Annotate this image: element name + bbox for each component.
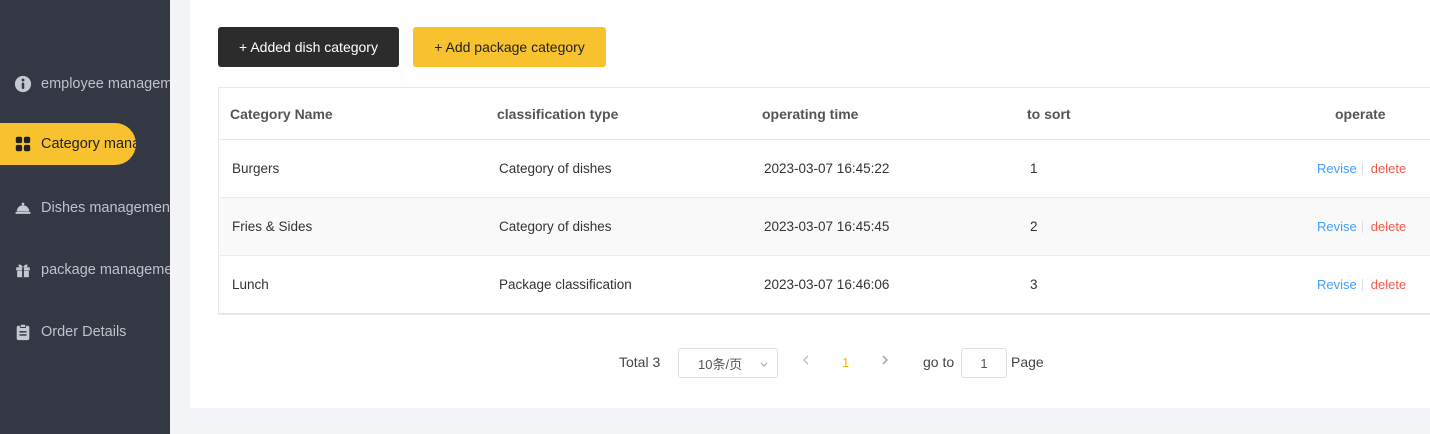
sort-cell: 1 xyxy=(1030,161,1038,176)
sidebar-item-label: Dishes management xyxy=(41,200,170,216)
goto-page-input[interactable]: 1 xyxy=(961,348,1007,378)
delete-button[interactable]: delete xyxy=(1371,219,1406,234)
category-panel: + Added dish category + Add package cate… xyxy=(190,0,1430,408)
action-divider xyxy=(1361,278,1363,291)
column-header-operate: operate xyxy=(1335,105,1386,122)
sort-cell: 2 xyxy=(1030,219,1038,234)
sidebar-item-package-management[interactable]: package management xyxy=(0,249,170,291)
category-table: Category Name classification type operat… xyxy=(218,87,1430,315)
revise-button[interactable]: Revise xyxy=(1317,277,1357,292)
current-page-number[interactable]: 1 xyxy=(842,355,849,370)
delete-button[interactable]: delete xyxy=(1371,161,1406,176)
category-name-cell: Lunch xyxy=(232,277,269,292)
page-size-value: 10条/页 xyxy=(698,356,743,372)
sidebar-item-category-management[interactable]: Category management xyxy=(0,123,136,165)
sidebar-item-label: Category management xyxy=(41,136,136,152)
sort-cell: 3 xyxy=(1030,277,1038,292)
action-divider xyxy=(1361,162,1363,175)
goto-label: go to xyxy=(923,354,955,370)
classification-type-cell: Package classification xyxy=(499,277,632,292)
row-actions: Revise delete xyxy=(1317,161,1406,176)
column-header-category-name: Category Name xyxy=(230,105,333,122)
add-dish-category-button[interactable]: + Added dish category xyxy=(218,27,399,67)
delete-button[interactable]: delete xyxy=(1371,277,1406,292)
classification-type-cell: Category of dishes xyxy=(499,161,612,176)
row-actions: Revise delete xyxy=(1317,277,1406,292)
pagination-total: Total 3 xyxy=(619,354,661,370)
page-label: Page xyxy=(1011,354,1044,370)
sidebar-item-label: employee management xyxy=(41,76,170,92)
info-circle-icon xyxy=(13,74,33,94)
operating-time-cell: 2023-03-07 16:46:06 xyxy=(764,277,890,292)
classification-type-cell: Category of dishes xyxy=(499,219,612,234)
revise-button[interactable]: Revise xyxy=(1317,219,1357,234)
table-header: Category Name classification type operat… xyxy=(219,88,1430,140)
column-header-classification-type: classification type xyxy=(497,105,619,122)
grid-icon xyxy=(13,134,33,154)
sidebar-item-label: package management xyxy=(41,262,170,278)
chevron-down-icon xyxy=(759,357,769,367)
row-actions: Revise delete xyxy=(1317,219,1406,234)
category-name-cell: Fries & Sides xyxy=(232,219,313,234)
page-size-select[interactable]: 10条/页 xyxy=(678,348,778,378)
revise-button[interactable]: Revise xyxy=(1317,161,1357,176)
column-header-operating-time: operating time xyxy=(762,105,859,122)
sidebar-item-employee-management[interactable]: employee management xyxy=(0,63,170,105)
sidebar: employee management Category management … xyxy=(0,0,170,434)
sidebar-item-order-details[interactable]: Order Details xyxy=(0,311,170,353)
operating-time-cell: 2023-03-07 16:45:22 xyxy=(764,161,890,176)
gift-icon xyxy=(13,260,33,280)
sidebar-item-dishes-management[interactable]: Dishes management xyxy=(0,187,170,229)
operating-time-cell: 2023-03-07 16:45:45 xyxy=(764,219,890,234)
sidebar-item-label: Order Details xyxy=(41,324,127,340)
column-header-to-sort: to sort xyxy=(1027,105,1071,122)
pagination: Total 3 10条/页 1 go to 1 Page xyxy=(190,348,1430,378)
category-name-cell: Burgers xyxy=(232,161,280,176)
chevron-left-icon[interactable] xyxy=(801,353,811,369)
clipboard-icon xyxy=(13,322,33,342)
table-row: Burgers Category of dishes 2023-03-07 16… xyxy=(219,140,1430,198)
action-divider xyxy=(1361,220,1363,233)
table-row: Lunch Package classification 2023-03-07 … xyxy=(219,256,1430,314)
dish-cloche-icon xyxy=(13,198,33,218)
table-row: Fries & Sides Category of dishes 2023-03… xyxy=(219,198,1430,256)
add-package-category-button[interactable]: + Add package category xyxy=(413,27,606,67)
chevron-right-icon[interactable] xyxy=(880,353,890,369)
